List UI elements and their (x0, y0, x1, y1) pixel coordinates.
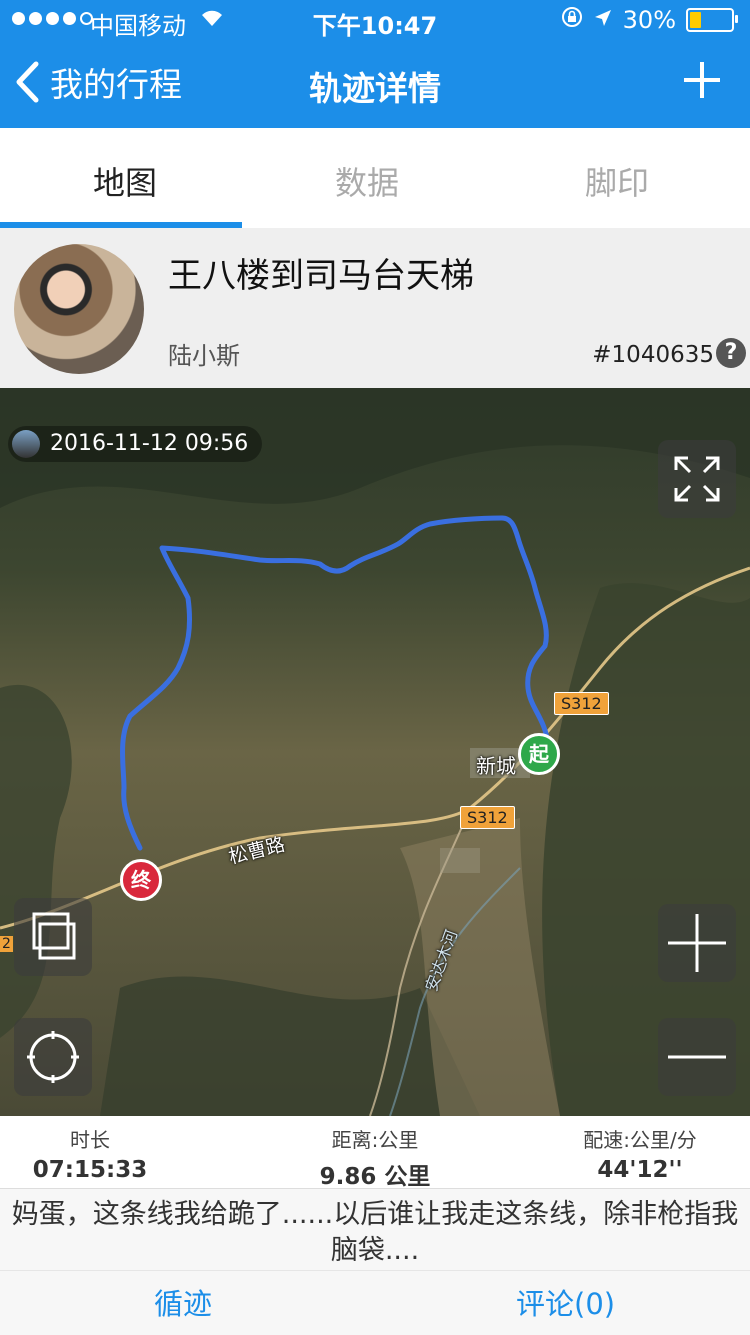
map-layer-button[interactable] (14, 898, 92, 976)
author-name[interactable]: 陆小斯 (168, 336, 240, 371)
road-label-s312-2: S312 (460, 806, 515, 829)
battery-percent: 30% (622, 6, 676, 34)
location-arrow-icon (593, 6, 613, 34)
thumbnail-icon (12, 430, 40, 458)
distance-stat: 距离:公里 9.86 公里 (300, 1124, 450, 1191)
add-button[interactable] (682, 60, 722, 100)
route-comment: 妈蛋，这条线我给跪了......以后谁让我走这条线，除非枪指我脑袋.... (0, 1189, 750, 1277)
stats-bar: 时长 07:15:33 距离:公里 9.86 公里 配速:公里/分 44'12'… (0, 1116, 750, 1191)
avatar[interactable] (14, 244, 144, 374)
expand-icon (674, 456, 720, 502)
plus-icon (668, 914, 726, 972)
route-header: 王八楼到司马台天梯 陆小斯 #1040635 ? (0, 228, 750, 388)
duration-label: 时长 (70, 1128, 110, 1152)
zoom-out-button[interactable] (658, 1018, 736, 1096)
top-bar: 中国移动 下午10:47 30% 我的行程 轨迹详情 (0, 0, 750, 128)
distance-label: 距离:公里 (331, 1128, 419, 1152)
road-label-s312: S312 (554, 692, 609, 715)
zoom-in-button[interactable] (658, 904, 736, 982)
satellite-map-background (0, 388, 750, 1116)
end-marker[interactable]: 终 (120, 859, 162, 901)
start-marker[interactable]: 起 (518, 733, 560, 775)
comments-button[interactable]: 评论(0) (516, 1281, 615, 1323)
tab-bar: 地图 数据 脚印 (0, 128, 750, 228)
place-label: 新城 (476, 754, 516, 778)
bottom-actions: 循迹 评论(0) (0, 1270, 750, 1335)
track-id: #1040635 (592, 342, 714, 368)
tab-map[interactable]: 地图 (0, 158, 250, 204)
help-icon[interactable]: ? (716, 338, 746, 368)
tab-footprints[interactable]: 脚印 (492, 158, 742, 204)
timestamp-chip: 2016-11-12 09:56 (8, 426, 263, 462)
crosshair-icon (27, 1031, 79, 1083)
status-bar: 中国移动 下午10:47 30% (0, 0, 750, 40)
battery-icon (686, 8, 738, 32)
distance-value: 9.86 公里 (319, 1164, 431, 1190)
plus-icon (684, 62, 720, 98)
pace-label: 配速:公里/分 (583, 1128, 697, 1152)
pace-stat: 配速:公里/分 44'12'' (570, 1124, 710, 1183)
duration-value: 07:15:33 (32, 1157, 148, 1183)
layers-icon (32, 912, 76, 960)
map-view[interactable]: 2016-11-12 09:56 S312 S312 松曹路 新城 安达木河 2… (0, 388, 750, 1116)
fullscreen-button[interactable] (658, 440, 736, 518)
road-label-edge: 2 (0, 936, 13, 952)
tab-data[interactable]: 数据 (242, 158, 492, 204)
rotation-lock-icon (561, 6, 583, 34)
locate-button[interactable] (14, 1018, 92, 1096)
minus-icon (668, 1055, 726, 1059)
follow-track-button[interactable]: 循迹 (154, 1281, 212, 1323)
duration-stat: 时长 07:15:33 (30, 1124, 150, 1183)
route-title: 王八楼到司马台天梯 (168, 256, 474, 296)
page-title: 轨迹详情 (309, 69, 441, 108)
nav-bar: 我的行程 轨迹详情 (0, 40, 750, 128)
pace-value: 44'12'' (597, 1157, 683, 1183)
timestamp-text: 2016-11-12 09:56 (50, 431, 249, 456)
